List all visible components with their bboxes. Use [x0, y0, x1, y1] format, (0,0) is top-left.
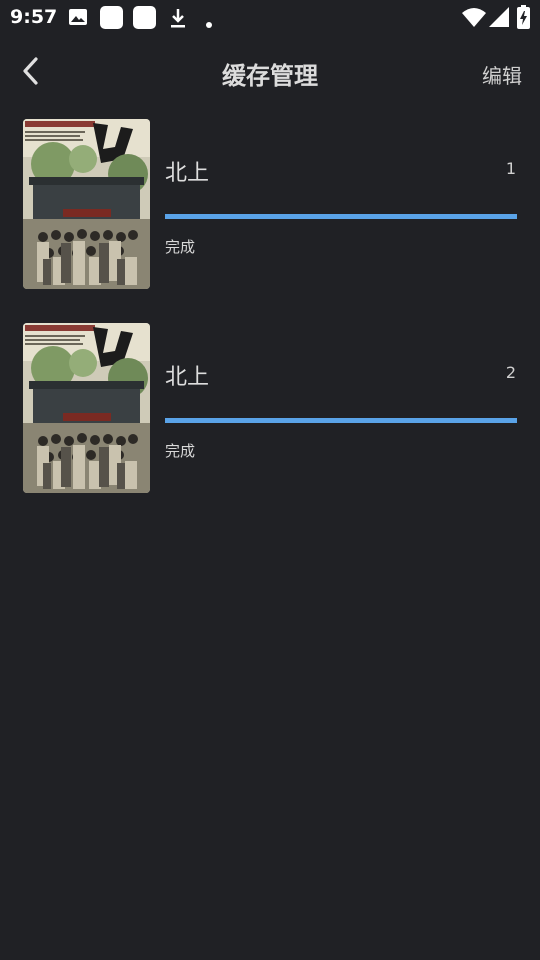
status-label: 完成: [165, 238, 196, 256]
image-icon: [68, 7, 88, 31]
signal-icon: [489, 7, 509, 31]
item-count: 1: [505, 159, 516, 178]
status-label: 完成: [165, 442, 196, 460]
item-title: 北上: [165, 161, 210, 186]
app-bar: 缓存管理 编辑: [0, 36, 540, 108]
progress-fill: [165, 214, 517, 219]
battery-charging-icon: [517, 5, 530, 33]
progress-bar: [165, 418, 517, 423]
status-bar: 9:57: [0, 0, 540, 36]
edit-button[interactable]: 编辑: [482, 60, 522, 89]
app-icon: [100, 6, 123, 33]
progress-bar: [165, 214, 517, 219]
download-icon: [168, 7, 188, 33]
status-time: 9:57: [10, 6, 58, 28]
progress-fill: [165, 418, 517, 423]
app-icon: [133, 6, 156, 33]
cover-image: [23, 323, 150, 493]
list-item[interactable]: 北上 1 完成: [0, 119, 540, 289]
item-title: 北上: [165, 365, 210, 390]
item-count: 2: [505, 363, 516, 382]
dot-icon: [205, 14, 213, 33]
list-item[interactable]: 北上 2 完成: [0, 323, 540, 493]
page-title: 缓存管理: [222, 62, 318, 90]
wifi-icon: [462, 7, 486, 31]
cover-image: [23, 119, 150, 289]
